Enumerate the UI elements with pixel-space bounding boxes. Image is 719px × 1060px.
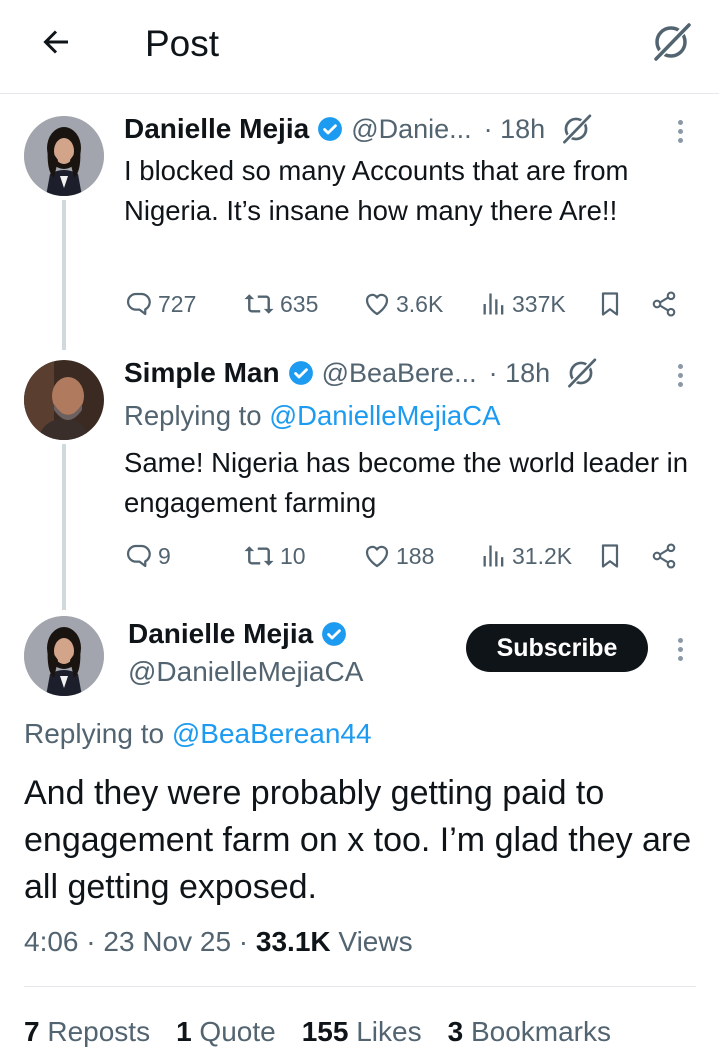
more-options-icon[interactable]: [670, 632, 690, 666]
verified-badge-icon: [322, 622, 347, 646]
tweet-header: Simple Man @BeaBere... · 18h: [124, 356, 598, 390]
reply-count: 9: [158, 542, 171, 569]
repost-icon: [244, 294, 274, 314]
timestamp[interactable]: · 18h: [484, 114, 546, 145]
quotes-stat[interactable]: 1 Quote: [176, 1016, 276, 1048]
bookmark-icon: [601, 292, 619, 316]
avatar[interactable]: [24, 616, 104, 696]
tweet-actions: 727 635 3.6K 337K: [124, 284, 694, 324]
views-label: Views: [330, 926, 413, 957]
mention-link[interactable]: @BeaBerean44: [172, 718, 372, 749]
author-name[interactable]: Danielle Mejia: [124, 113, 309, 145]
repost-button[interactable]: 635: [242, 284, 318, 324]
bookmark-button[interactable]: [596, 536, 624, 576]
subscribe-button[interactable]: Subscribe: [466, 624, 648, 672]
tweet-meta: 4:06 · 23 Nov 25 · 33.1K Views: [24, 922, 413, 962]
bookmarks-stat[interactable]: 3 Bookmarks: [448, 1016, 611, 1048]
author-name[interactable]: Danielle Mejia: [128, 618, 313, 650]
tweet-header: Danielle Mejia @Danie... · 18h: [124, 112, 593, 146]
arrow-left-icon: [43, 30, 68, 54]
share-button[interactable]: [650, 536, 678, 576]
share-icon: [652, 291, 676, 317]
author-handle[interactable]: @BeaBere...: [322, 358, 477, 389]
like-count: 188: [396, 542, 435, 569]
avatar[interactable]: [24, 116, 104, 196]
more-options-icon[interactable]: [670, 358, 690, 392]
avatar[interactable]: [24, 360, 104, 440]
more-options-icon[interactable]: [670, 114, 690, 148]
stat-count: 1: [176, 1016, 192, 1047]
repost-icon: [244, 546, 274, 566]
reposts-stat[interactable]: 7 Reposts: [24, 1016, 150, 1048]
like-count: 3.6K: [396, 290, 444, 317]
stat-label: Quote: [191, 1016, 276, 1047]
views-count: 337K: [512, 290, 566, 317]
stat-label: Likes: [348, 1016, 422, 1047]
views-count: 33.1K: [255, 926, 331, 957]
reply-count: 727: [158, 290, 197, 317]
main-author: Danielle Mejia: [128, 616, 347, 652]
tweet-text: I blocked so many Accounts that are from…: [124, 155, 629, 226]
thread-line: [62, 200, 66, 350]
stat-label: Reposts: [39, 1016, 151, 1047]
views-icon: [483, 293, 504, 315]
replying-to-prefix: Replying to: [124, 400, 270, 431]
replying-to: Replying to @BeaBerean44: [24, 714, 372, 754]
heart-icon: [365, 545, 389, 568]
mention-link[interactable]: @DanielleMejiaCA: [269, 400, 500, 431]
grok-icon[interactable]: [564, 356, 598, 390]
reply-icon: [127, 292, 151, 316]
views-icon: [483, 545, 504, 567]
author-name[interactable]: Simple Man: [124, 357, 280, 389]
share-button[interactable]: [650, 284, 678, 324]
likes-stat[interactable]: 155 Likes: [302, 1016, 422, 1048]
share-icon: [652, 543, 676, 569]
author-handle[interactable]: @DanielleMejiaCA: [128, 654, 363, 690]
verified-badge-icon: [288, 361, 313, 385]
reply-button[interactable]: 727: [124, 284, 196, 324]
replying-to: Replying to @DanielleMejiaCA: [124, 396, 500, 436]
like-button[interactable]: 188: [362, 536, 434, 576]
like-button[interactable]: 3.6K: [362, 284, 443, 324]
tweet-text: Same! Nigeria has become the world leade…: [124, 447, 689, 518]
views-button[interactable]: 31.2K: [480, 536, 572, 576]
stat-label: Bookmarks: [463, 1016, 611, 1047]
back-button[interactable]: [36, 22, 76, 62]
grok-button[interactable]: [647, 18, 695, 66]
views-button[interactable]: 337K: [480, 284, 566, 324]
grok-icon: [652, 21, 692, 63]
timestamp[interactable]: · 18h: [489, 358, 551, 389]
author-handle[interactable]: @Danie...: [351, 114, 471, 145]
stat-count: 7: [24, 1016, 40, 1047]
tweet-actions: 9 10 188 31.2K: [124, 536, 694, 576]
grok-icon[interactable]: [559, 112, 593, 146]
reply-button[interactable]: 9: [124, 536, 171, 576]
reply-icon: [127, 544, 151, 568]
views-count: 31.2K: [512, 542, 573, 569]
stat-count: 3: [447, 1016, 464, 1047]
bookmark-icon: [601, 544, 619, 568]
bookmark-button[interactable]: [596, 284, 624, 324]
engagement-stats: 7 Reposts 1 Quote 155 Likes 3 Bookmarks: [24, 1010, 637, 1054]
timestamp[interactable]: 4:06 · 23 Nov 25 ·: [24, 926, 256, 957]
stat-count: 155: [301, 1016, 349, 1047]
thread-line: [62, 444, 66, 610]
top-bar: Post: [0, 0, 719, 94]
tweet-text: And they were probably getting paid to e…: [24, 774, 692, 906]
replying-to-prefix: Replying to: [24, 718, 172, 749]
repost-button[interactable]: 10: [242, 536, 306, 576]
heart-icon: [365, 293, 389, 316]
repost-count: 635: [280, 290, 319, 317]
divider: [24, 986, 696, 987]
repost-count: 10: [280, 542, 306, 569]
page-title: Post: [145, 23, 220, 64]
verified-badge-icon: [318, 117, 343, 141]
